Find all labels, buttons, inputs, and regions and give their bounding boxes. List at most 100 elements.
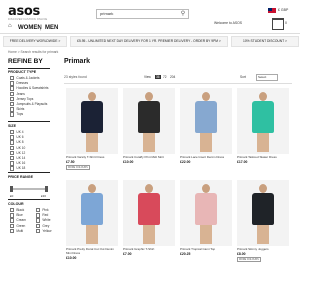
- nav-women[interactable]: WOMEN: [18, 25, 42, 31]
- size-option[interactable]: UK 4: [10, 130, 23, 135]
- product-type-heading[interactable]: PRODUCT TYPE: [8, 70, 36, 74]
- colour-option[interactable]: Green: [10, 223, 25, 228]
- checkbox[interactable]: [10, 145, 15, 150]
- checkbox[interactable]: [36, 228, 41, 234]
- checkbox[interactable]: [10, 81, 15, 86]
- colour-option[interactable]: Black: [10, 208, 24, 213]
- size-option[interactable]: UK 6: [10, 135, 23, 140]
- product-card[interactable]: Primark Tropical Cami Top £20.25: [180, 180, 232, 268]
- size-option[interactable]: UK 14: [10, 156, 25, 161]
- price-max-label: £30: [41, 194, 47, 198]
- promo-free-delivery[interactable]: FREE DELIVERY WORLDWIDE >: [3, 36, 67, 47]
- product-type-option[interactable]: Coats & Jackets: [10, 76, 39, 81]
- product-type-option[interactable]: Dresses: [10, 81, 28, 86]
- product-card[interactable]: Primark Tailored Skater Dress £17.00: [237, 88, 289, 176]
- checkbox[interactable]: [10, 228, 15, 234]
- product-name[interactable]: Primark Pretty Floral Cut Out Denim Mini…: [66, 247, 118, 255]
- checkbox[interactable]: [10, 107, 15, 112]
- product-image[interactable]: [180, 180, 232, 246]
- checkbox[interactable]: [10, 208, 15, 213]
- checkbox[interactable]: [36, 208, 41, 213]
- product-image[interactable]: [237, 180, 289, 246]
- size-option[interactable]: UK 8: [10, 140, 23, 145]
- size-option[interactable]: UK 16: [10, 161, 25, 166]
- checkbox[interactable]: [36, 213, 41, 218]
- view-option-36[interactable]: 36: [155, 75, 161, 79]
- model-outfit: [138, 101, 160, 133]
- asos-logo[interactable]: asos: [8, 5, 40, 18]
- colour-option[interactable]: Yellow: [36, 228, 52, 234]
- model-head: [259, 92, 267, 101]
- product-card[interactable]: Primark Pretty Floral Cut Out Denim Mini…: [66, 180, 118, 268]
- checkbox[interactable]: [10, 213, 15, 218]
- product-type-option[interactable]: Jumpsuits & Playsuits: [10, 102, 47, 107]
- price-slider-max-handle[interactable]: [45, 186, 48, 192]
- colour-heading[interactable]: COLOUR: [8, 202, 24, 206]
- product-type-option[interactable]: Skirts: [10, 107, 24, 112]
- checkbox[interactable]: [10, 223, 15, 228]
- nav-men[interactable]: MEN: [45, 25, 58, 31]
- colour-option[interactable]: Cream: [10, 218, 26, 223]
- search-input[interactable]: primark: [100, 11, 113, 16]
- size-option[interactable]: UK 18: [10, 166, 25, 171]
- product-image[interactable]: [66, 88, 118, 154]
- product-image[interactable]: [237, 88, 289, 154]
- view-option-72[interactable]: 72: [163, 75, 167, 79]
- checkbox[interactable]: [36, 223, 41, 228]
- product-card[interactable]: Primark Skinny Joggers £8.00 MORE COLOURS: [237, 180, 289, 268]
- product-image[interactable]: [123, 180, 175, 246]
- checkbox[interactable]: [10, 102, 15, 107]
- checkbox[interactable]: [10, 76, 15, 81]
- checkbox[interactable]: [10, 86, 15, 91]
- colour-option[interactable]: Blue: [10, 213, 23, 218]
- checkbox[interactable]: [10, 96, 15, 102]
- size-option[interactable]: UK 12: [10, 150, 25, 156]
- product-card[interactable]: Primark Cutaffy Print Midi Skirt £10.00: [123, 88, 175, 176]
- colour-option[interactable]: Multi: [10, 228, 23, 234]
- home-icon[interactable]: ⌂: [8, 23, 14, 29]
- more-colours-badge[interactable]: MORE COLOURS: [237, 257, 261, 262]
- price-range-heading[interactable]: PRICE RANGE: [8, 175, 33, 179]
- product-card[interactable]: Primark Lace Insert Denim Dress £22.00: [180, 88, 232, 176]
- product-image[interactable]: [180, 88, 232, 154]
- product-card[interactable]: Primark Graphic T-Shirt £7.00: [123, 180, 175, 268]
- colour-option[interactable]: Grey: [36, 223, 49, 228]
- size-heading[interactable]: SIZE: [8, 124, 16, 128]
- checkbox[interactable]: [10, 91, 15, 96]
- view-option-204[interactable]: 204: [170, 75, 175, 79]
- welcome-text[interactable]: Welcome to ASOS: [214, 21, 242, 25]
- checkbox[interactable]: [10, 150, 15, 156]
- checkbox[interactable]: [10, 156, 15, 161]
- product-type-option[interactable]: Tops: [10, 112, 23, 117]
- bag-icon[interactable]: [272, 18, 284, 30]
- colour-option[interactable]: Pink: [36, 208, 49, 213]
- promo-premier-delivery[interactable]: £5.95 - UNLIMITED NEXT DAY DELIVERY FOR …: [70, 36, 228, 47]
- product-type-option[interactable]: Jersey Tops: [10, 96, 33, 102]
- product-card[interactable]: Primark Varsity T-Shirt Dress £7.50 MORE C…: [66, 88, 118, 176]
- product-image[interactable]: [123, 88, 175, 154]
- sort-select[interactable]: Select: [256, 74, 278, 81]
- checkbox[interactable]: [10, 218, 15, 223]
- more-colours-badge[interactable]: MORE COLOURS: [66, 165, 90, 170]
- search-box[interactable]: primark ⚲: [96, 9, 189, 19]
- colour-option[interactable]: White: [36, 218, 51, 223]
- currency-selector[interactable]: £ GBP: [278, 8, 288, 12]
- checkbox[interactable]: [10, 140, 15, 145]
- price-slider-min-handle[interactable]: [10, 186, 13, 192]
- checkbox[interactable]: [36, 218, 41, 223]
- model-outfit: [138, 193, 160, 225]
- promo-student-discount[interactable]: 10% STUDENT DISCOUNT >: [231, 36, 299, 47]
- search-icon[interactable]: ⚲: [179, 10, 187, 18]
- checkbox[interactable]: [10, 135, 15, 140]
- size-option[interactable]: UK 10: [10, 145, 25, 150]
- product-type-option[interactable]: Jeans: [10, 91, 25, 96]
- checkbox[interactable]: [10, 130, 15, 135]
- checkbox[interactable]: [10, 112, 15, 117]
- breadcrumb[interactable]: Home > Search results for primark: [8, 50, 58, 54]
- model-head: [259, 184, 267, 193]
- checkbox[interactable]: [10, 161, 15, 166]
- checkbox[interactable]: [10, 166, 15, 171]
- product-type-option[interactable]: Hoodies & Sweatshirts: [10, 86, 48, 91]
- product-image[interactable]: [66, 180, 118, 246]
- colour-option[interactable]: Red: [36, 213, 48, 218]
